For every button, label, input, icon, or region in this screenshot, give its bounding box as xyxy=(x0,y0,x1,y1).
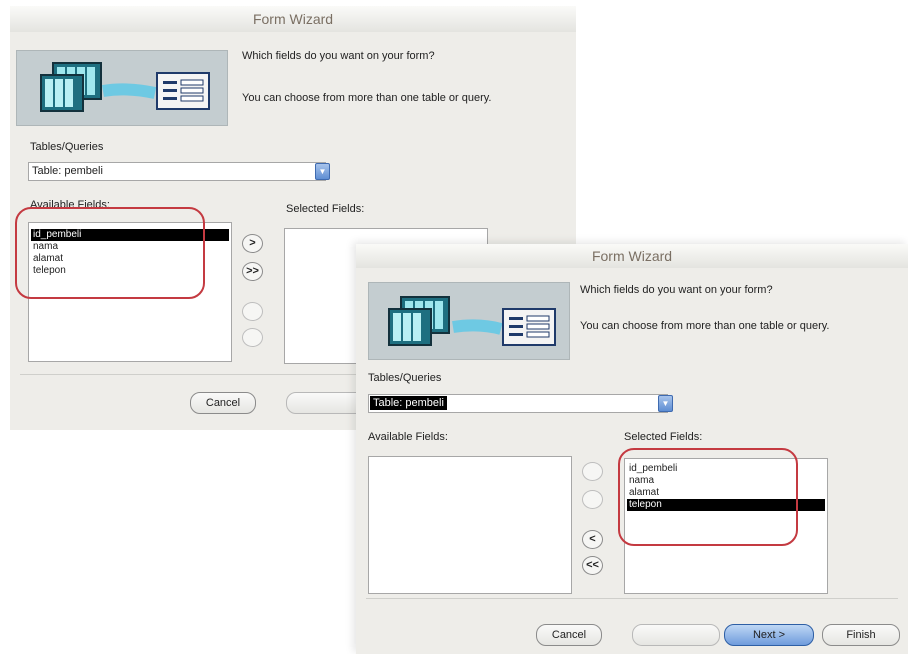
form-wizard-dialog-step2: Form Wizard Which fields do you want on … xyxy=(356,244,908,654)
highlight-circle xyxy=(15,207,205,299)
add-field-button[interactable] xyxy=(582,462,603,481)
available-fields-list[interactable] xyxy=(368,456,572,594)
back-button[interactable] xyxy=(632,624,720,646)
add-all-fields-button[interactable] xyxy=(582,490,603,509)
remove-field-button[interactable]: < xyxy=(582,530,603,549)
prompt-question: Which fields do you want on your form? xyxy=(242,50,435,62)
prompt-hint: You can choose from more than one table … xyxy=(580,320,830,332)
selected-fields-label: Selected Fields: xyxy=(624,431,703,443)
add-all-fields-button[interactable]: >> xyxy=(242,262,263,281)
remove-all-fields-button[interactable]: << xyxy=(582,556,603,575)
dropdown-arrow-icon[interactable]: ▼ xyxy=(658,395,673,412)
next-button[interactable]: Next > xyxy=(724,624,814,646)
dialog-title: Form Wizard xyxy=(10,6,576,32)
form-wizard-illustration xyxy=(16,50,228,126)
dropdown-arrow-icon[interactable]: ▼ xyxy=(315,163,330,180)
cancel-button[interactable]: Cancel xyxy=(190,392,256,414)
available-fields-label: Available Fields: xyxy=(368,431,448,443)
tables-queries-label: Tables/Queries xyxy=(368,372,442,384)
cancel-button[interactable]: Cancel xyxy=(536,624,602,646)
tables-queries-label: Tables/Queries xyxy=(30,141,104,153)
tables-queries-dropdown[interactable]: Table: pembeli xyxy=(368,394,668,413)
remove-field-button[interactable] xyxy=(242,302,263,321)
highlight-circle xyxy=(618,448,798,546)
prompt-hint: You can choose from more than one table … xyxy=(242,92,492,104)
add-field-button[interactable]: > xyxy=(242,234,263,253)
tables-queries-value: Table: pembeli xyxy=(370,396,447,410)
divider xyxy=(366,598,898,599)
dialog-title: Form Wizard xyxy=(356,244,908,268)
remove-all-fields-button[interactable] xyxy=(242,328,263,347)
form-wizard-illustration xyxy=(368,282,570,360)
tables-queries-dropdown[interactable]: Table: pembeli xyxy=(28,162,326,181)
selected-fields-label: Selected Fields: xyxy=(286,203,365,215)
finish-button[interactable]: Finish xyxy=(822,624,900,646)
tables-queries-value: Table: pembeli xyxy=(32,165,103,177)
prompt-question: Which fields do you want on your form? xyxy=(580,284,773,296)
